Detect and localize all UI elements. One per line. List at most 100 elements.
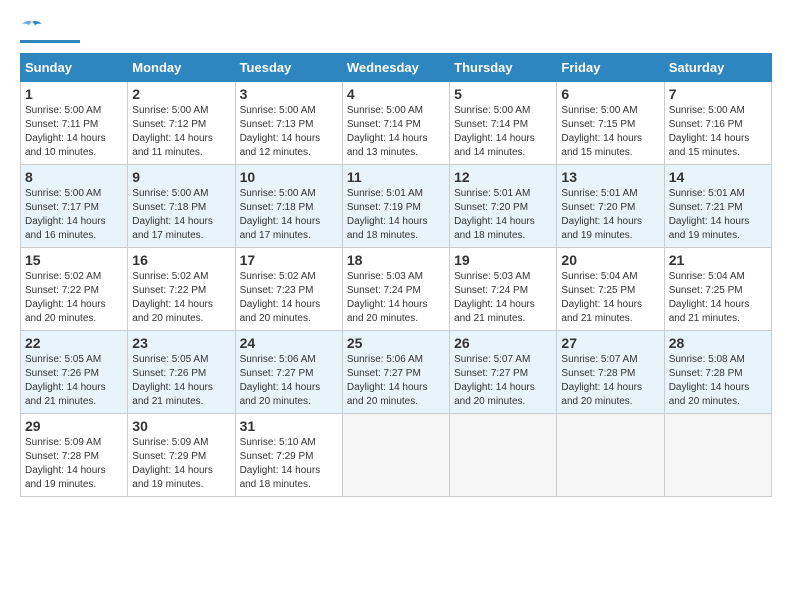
day-number: 8 — [25, 169, 123, 185]
day-info: Sunrise: 5:03 AM Sunset: 7:24 PM Dayligh… — [347, 270, 445, 326]
calendar-cell: 26 Sunrise: 5:07 AM Sunset: 7:27 PM Dayl… — [450, 331, 557, 414]
calendar-cell: 9 Sunrise: 5:00 AM Sunset: 7:18 PM Dayli… — [128, 165, 235, 248]
calendar-cell: 27 Sunrise: 5:07 AM Sunset: 7:28 PM Dayl… — [557, 331, 664, 414]
day-number: 7 — [669, 86, 767, 102]
day-number: 15 — [25, 252, 123, 268]
calendar-cell: 24 Sunrise: 5:06 AM Sunset: 7:27 PM Dayl… — [235, 331, 342, 414]
day-number: 17 — [240, 252, 338, 268]
day-info: Sunrise: 5:00 AM Sunset: 7:14 PM Dayligh… — [454, 104, 552, 160]
day-info: Sunrise: 5:00 AM Sunset: 7:17 PM Dayligh… — [25, 187, 123, 243]
day-number: 11 — [347, 169, 445, 185]
day-number: 13 — [561, 169, 659, 185]
calendar-cell: 19 Sunrise: 5:03 AM Sunset: 7:24 PM Dayl… — [450, 248, 557, 331]
calendar-cell — [450, 414, 557, 497]
day-info: Sunrise: 5:01 AM Sunset: 7:20 PM Dayligh… — [561, 187, 659, 243]
day-info: Sunrise: 5:00 AM Sunset: 7:13 PM Dayligh… — [240, 104, 338, 160]
calendar-cell — [342, 414, 449, 497]
calendar-cell: 23 Sunrise: 5:05 AM Sunset: 7:26 PM Dayl… — [128, 331, 235, 414]
day-number: 10 — [240, 169, 338, 185]
day-info: Sunrise: 5:02 AM Sunset: 7:22 PM Dayligh… — [132, 270, 230, 326]
calendar-week-5: 29 Sunrise: 5:09 AM Sunset: 7:28 PM Dayl… — [21, 414, 772, 497]
calendar-cell: 28 Sunrise: 5:08 AM Sunset: 7:28 PM Dayl… — [664, 331, 771, 414]
day-number: 27 — [561, 335, 659, 351]
day-number: 29 — [25, 418, 123, 434]
calendar-cell: 21 Sunrise: 5:04 AM Sunset: 7:25 PM Dayl… — [664, 248, 771, 331]
calendar-cell: 10 Sunrise: 5:00 AM Sunset: 7:18 PM Dayl… — [235, 165, 342, 248]
calendar-cell — [664, 414, 771, 497]
day-number: 1 — [25, 86, 123, 102]
day-info: Sunrise: 5:00 AM Sunset: 7:11 PM Dayligh… — [25, 104, 123, 160]
calendar-cell: 20 Sunrise: 5:04 AM Sunset: 7:25 PM Dayl… — [557, 248, 664, 331]
day-number: 21 — [669, 252, 767, 268]
calendar-cell: 16 Sunrise: 5:02 AM Sunset: 7:22 PM Dayl… — [128, 248, 235, 331]
calendar-cell: 22 Sunrise: 5:05 AM Sunset: 7:26 PM Dayl… — [21, 331, 128, 414]
logo-underline — [20, 40, 80, 43]
day-number: 12 — [454, 169, 552, 185]
calendar-cell: 13 Sunrise: 5:01 AM Sunset: 7:20 PM Dayl… — [557, 165, 664, 248]
day-number: 28 — [669, 335, 767, 351]
day-info: Sunrise: 5:01 AM Sunset: 7:20 PM Dayligh… — [454, 187, 552, 243]
calendar-table: SundayMondayTuesdayWednesdayThursdayFrid… — [20, 53, 772, 497]
day-info: Sunrise: 5:00 AM Sunset: 7:15 PM Dayligh… — [561, 104, 659, 160]
calendar-cell: 4 Sunrise: 5:00 AM Sunset: 7:14 PM Dayli… — [342, 82, 449, 165]
day-number: 22 — [25, 335, 123, 351]
calendar-cell: 6 Sunrise: 5:00 AM Sunset: 7:15 PM Dayli… — [557, 82, 664, 165]
day-info: Sunrise: 5:07 AM Sunset: 7:28 PM Dayligh… — [561, 353, 659, 409]
day-info: Sunrise: 5:09 AM Sunset: 7:28 PM Dayligh… — [25, 436, 123, 492]
day-info: Sunrise: 5:07 AM Sunset: 7:27 PM Dayligh… — [454, 353, 552, 409]
calendar-week-3: 15 Sunrise: 5:02 AM Sunset: 7:22 PM Dayl… — [21, 248, 772, 331]
calendar-cell: 14 Sunrise: 5:01 AM Sunset: 7:21 PM Dayl… — [664, 165, 771, 248]
day-info: Sunrise: 5:00 AM Sunset: 7:14 PM Dayligh… — [347, 104, 445, 160]
calendar-cell — [557, 414, 664, 497]
day-number: 20 — [561, 252, 659, 268]
day-info: Sunrise: 5:06 AM Sunset: 7:27 PM Dayligh… — [347, 353, 445, 409]
day-info: Sunrise: 5:08 AM Sunset: 7:28 PM Dayligh… — [669, 353, 767, 409]
day-number: 25 — [347, 335, 445, 351]
day-info: Sunrise: 5:04 AM Sunset: 7:25 PM Dayligh… — [669, 270, 767, 326]
day-number: 2 — [132, 86, 230, 102]
calendar-cell: 30 Sunrise: 5:09 AM Sunset: 7:29 PM Dayl… — [128, 414, 235, 497]
calendar-cell: 17 Sunrise: 5:02 AM Sunset: 7:23 PM Dayl… — [235, 248, 342, 331]
calendar-cell: 11 Sunrise: 5:01 AM Sunset: 7:19 PM Dayl… — [342, 165, 449, 248]
day-info: Sunrise: 5:06 AM Sunset: 7:27 PM Dayligh… — [240, 353, 338, 409]
day-info: Sunrise: 5:01 AM Sunset: 7:21 PM Dayligh… — [669, 187, 767, 243]
day-number: 24 — [240, 335, 338, 351]
calendar-cell: 7 Sunrise: 5:00 AM Sunset: 7:16 PM Dayli… — [664, 82, 771, 165]
calendar-week-2: 8 Sunrise: 5:00 AM Sunset: 7:17 PM Dayli… — [21, 165, 772, 248]
calendar-header-thursday: Thursday — [450, 54, 557, 82]
calendar-header-friday: Friday — [557, 54, 664, 82]
logo — [20, 20, 80, 43]
calendar-cell: 31 Sunrise: 5:10 AM Sunset: 7:29 PM Dayl… — [235, 414, 342, 497]
day-info: Sunrise: 5:05 AM Sunset: 7:26 PM Dayligh… — [25, 353, 123, 409]
calendar-cell: 5 Sunrise: 5:00 AM Sunset: 7:14 PM Dayli… — [450, 82, 557, 165]
day-number: 5 — [454, 86, 552, 102]
calendar-header-saturday: Saturday — [664, 54, 771, 82]
day-number: 30 — [132, 418, 230, 434]
day-number: 31 — [240, 418, 338, 434]
day-info: Sunrise: 5:04 AM Sunset: 7:25 PM Dayligh… — [561, 270, 659, 326]
page-header — [20, 20, 772, 43]
day-number: 16 — [132, 252, 230, 268]
day-number: 4 — [347, 86, 445, 102]
day-info: Sunrise: 5:01 AM Sunset: 7:19 PM Dayligh… — [347, 187, 445, 243]
day-number: 3 — [240, 86, 338, 102]
day-number: 6 — [561, 86, 659, 102]
day-info: Sunrise: 5:00 AM Sunset: 7:18 PM Dayligh… — [132, 187, 230, 243]
calendar-header-tuesday: Tuesday — [235, 54, 342, 82]
day-number: 14 — [669, 169, 767, 185]
calendar-week-1: 1 Sunrise: 5:00 AM Sunset: 7:11 PM Dayli… — [21, 82, 772, 165]
day-number: 9 — [132, 169, 230, 185]
day-number: 26 — [454, 335, 552, 351]
day-info: Sunrise: 5:02 AM Sunset: 7:22 PM Dayligh… — [25, 270, 123, 326]
day-info: Sunrise: 5:00 AM Sunset: 7:12 PM Dayligh… — [132, 104, 230, 160]
calendar-header-monday: Monday — [128, 54, 235, 82]
day-info: Sunrise: 5:03 AM Sunset: 7:24 PM Dayligh… — [454, 270, 552, 326]
logo-bird-icon — [21, 20, 43, 38]
calendar-cell: 15 Sunrise: 5:02 AM Sunset: 7:22 PM Dayl… — [21, 248, 128, 331]
calendar-cell: 1 Sunrise: 5:00 AM Sunset: 7:11 PM Dayli… — [21, 82, 128, 165]
day-number: 23 — [132, 335, 230, 351]
calendar-cell: 25 Sunrise: 5:06 AM Sunset: 7:27 PM Dayl… — [342, 331, 449, 414]
calendar-cell: 29 Sunrise: 5:09 AM Sunset: 7:28 PM Dayl… — [21, 414, 128, 497]
header-row: SundayMondayTuesdayWednesdayThursdayFrid… — [21, 54, 772, 82]
day-info: Sunrise: 5:00 AM Sunset: 7:16 PM Dayligh… — [669, 104, 767, 160]
